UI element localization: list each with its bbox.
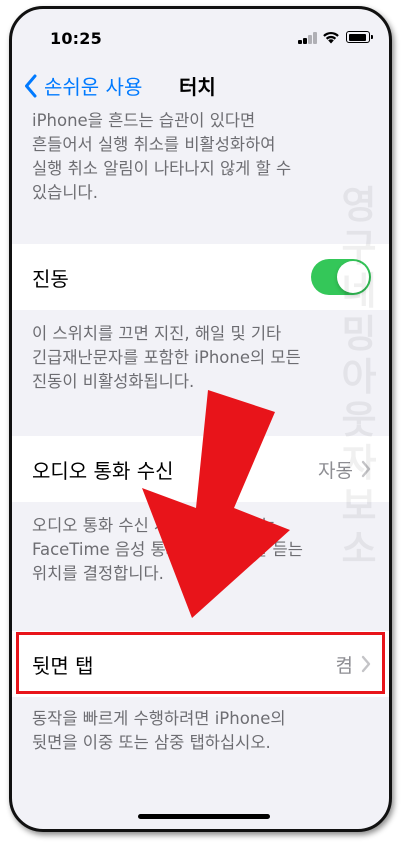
phone-frame: 10:25 손쉬운 사용 터치 iPhone을 흔드는 습관이 있다면 흔들어서… (9, 6, 392, 832)
home-indicator (138, 814, 270, 819)
chevron-left-icon (25, 74, 37, 97)
back-button-label: 손쉬운 사용 (44, 75, 143, 99)
audio-routing-label: 오디오 통화 수신 (32, 458, 174, 483)
back-tap-label: 뒷면 탭 (32, 653, 94, 678)
status-bar: 10:25 (12, 9, 389, 61)
vibration-label: 진동 (32, 266, 69, 291)
back-tap-value: 켬 (335, 654, 353, 677)
page-title: 터치 (179, 75, 216, 99)
vibration-row: 진동 (12, 244, 389, 310)
chevron-right-icon (361, 655, 371, 673)
watermark-text: 영구네밍아웃자보소 (341, 183, 377, 571)
back-button[interactable]: 손쉬운 사용 (24, 71, 142, 100)
wifi-icon (323, 31, 339, 44)
audio-routing-footer: 오디오 통화 수신 시 들을 위치 또는 FaceTime 음성 통화 중 오디… (32, 516, 303, 583)
vibration-footer: 이 스위치를 끄면 지진, 해일 및 기타 긴급재난문자를 포함한 iPhone… (32, 324, 301, 391)
audio-routing-row[interactable]: 오디오 통화 수신 자동 (12, 436, 389, 502)
back-tap-footer: 동작을 빠르게 수행하려면 iPhone의 뒷면을 이중 또는 삼중 탭하십시오… (32, 709, 286, 752)
cellular-signal-icon (298, 32, 318, 44)
back-tap-row[interactable]: 뒷면 탭 켬 (12, 631, 389, 697)
shake-footer: iPhone을 흔드는 습관이 있다면 흔들어서 실행 취소를 비활성화하여 실… (32, 111, 292, 202)
navigation-bar: 손쉬운 사용 터치 (12, 61, 389, 109)
status-time: 10:25 (50, 29, 102, 48)
battery-icon (346, 31, 373, 43)
